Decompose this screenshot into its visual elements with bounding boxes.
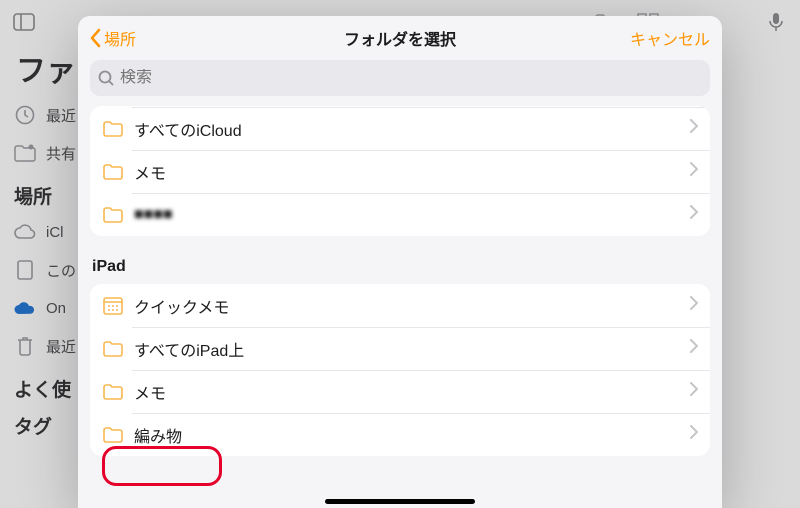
- chevron-right-icon: [690, 162, 698, 181]
- search-container: [78, 60, 722, 106]
- folder-row-all-ipad[interactable]: すべてのiPad上: [90, 327, 710, 370]
- sheet-nav: 場所 フォルダを選択 キャンセル: [78, 16, 722, 60]
- folder-row[interactable]: ■■■■: [90, 193, 710, 236]
- folder-row-all-icloud[interactable]: すべてのiCloud: [90, 107, 710, 150]
- back-button[interactable]: 場所: [90, 26, 136, 50]
- search-input[interactable]: [120, 69, 702, 87]
- folder-list: ▢▢▢▢▢ すべてのiCloud メモ ■■■■: [78, 106, 722, 508]
- folder-row-memo-ipad[interactable]: メモ: [90, 370, 710, 413]
- folder-label: 編み物: [134, 423, 690, 447]
- chevron-right-icon: [690, 339, 698, 358]
- chevron-left-icon: [90, 28, 102, 48]
- search-field[interactable]: [90, 60, 710, 96]
- quicknote-icon: [102, 295, 124, 317]
- folder-icon: [102, 424, 124, 446]
- folder-group-icloud: ▢▢▢▢▢ すべてのiCloud メモ ■■■■: [90, 106, 710, 236]
- folder-label: メモ: [134, 380, 690, 404]
- back-label: 場所: [104, 26, 136, 50]
- chevron-right-icon: [690, 119, 698, 138]
- folder-row-memo[interactable]: メモ: [90, 150, 710, 193]
- folder-row-quicknote[interactable]: クイックメモ: [90, 284, 710, 327]
- section-header-ipad: iPad: [78, 244, 722, 284]
- folder-icon: [102, 381, 124, 403]
- folder-group-ipad: クイックメモ すべてのiPad上 メモ 編み物: [90, 284, 710, 456]
- folder-row-knitting[interactable]: 編み物: [90, 413, 710, 456]
- folder-icon: [102, 161, 124, 183]
- folder-label: クイックメモ: [134, 294, 690, 318]
- home-indicator[interactable]: [325, 499, 475, 504]
- chevron-right-icon: [690, 425, 698, 444]
- folder-label: すべてのiPad上: [134, 337, 690, 361]
- chevron-right-icon: [690, 382, 698, 401]
- folder-label: ■■■■: [134, 206, 690, 224]
- cancel-button[interactable]: キャンセル: [630, 26, 710, 50]
- folder-label: メモ: [134, 160, 690, 184]
- sheet-title: フォルダを選択: [78, 26, 722, 50]
- folder-label: すべてのiCloud: [134, 117, 690, 141]
- folder-icon: [102, 204, 124, 226]
- folder-picker-sheet: 場所 フォルダを選択 キャンセル ▢▢▢▢▢ すべてのiCloud: [78, 16, 722, 508]
- chevron-right-icon: [690, 205, 698, 224]
- folder-icon: [102, 118, 124, 140]
- chevron-right-icon: [690, 296, 698, 315]
- search-icon: [98, 70, 114, 86]
- folder-icon: [102, 338, 124, 360]
